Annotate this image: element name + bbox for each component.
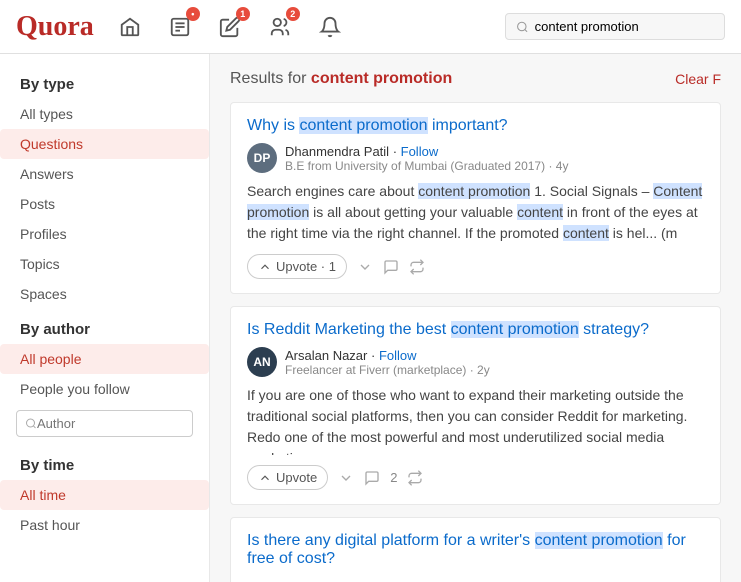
card-2-author-row: AN Arsalan Nazar · Follow Freelancer at … <box>247 347 704 377</box>
sidebar-item-answers[interactable]: Answers <box>0 159 209 189</box>
card-2-actions: Upvote 2 <box>247 465 704 490</box>
result-card-2: Is Reddit Marketing the best content pro… <box>230 306 721 505</box>
downvote-icon[interactable] <box>357 259 373 275</box>
card-3-title[interactable]: Is there any digital platform for a writ… <box>247 532 704 568</box>
quora-logo: Quora <box>16 11 94 43</box>
highlight: content promotion <box>535 532 663 549</box>
write-badge: 1 <box>236 7 250 21</box>
card-2-author-meta: Freelancer at Fiverr (marketplace) · 2y <box>285 363 490 377</box>
card-1-comment-icon[interactable] <box>383 259 399 275</box>
card-2-body: If you are one of those who want to expa… <box>247 385 704 455</box>
card-2-author-name: Arsalan Nazar <box>285 348 367 363</box>
card-1-author-row: DP Dhanmendra Patil · Follow B.E from Un… <box>247 143 704 173</box>
header: Quora • 1 2 <box>0 0 741 54</box>
sidebar-item-past-hour[interactable]: Past hour <box>0 510 209 540</box>
clear-filter-button[interactable]: Clear F <box>675 71 721 87</box>
result-card-1: Why is content promotion important? DP D… <box>230 102 721 294</box>
sidebar-item-posts[interactable]: Posts <box>0 189 209 219</box>
by-time-heading: By time <box>0 445 209 480</box>
card-1-author-meta: B.E from University of Mumbai (Graduated… <box>285 159 568 173</box>
upvote-icon <box>258 471 272 485</box>
nav-people[interactable]: 2 <box>264 11 296 43</box>
card-2-author-info: Arsalan Nazar · Follow Freelancer at Fiv… <box>285 348 490 377</box>
card-2-comment-icon[interactable] <box>364 470 380 486</box>
sidebar-item-all-people[interactable]: All people <box>0 344 209 374</box>
card-2-share-icon[interactable] <box>407 470 423 486</box>
result-card-3: Is there any digital platform for a writ… <box>230 517 721 582</box>
nav-answers[interactable]: • <box>164 11 196 43</box>
downvote-icon[interactable] <box>338 470 354 486</box>
sidebar-item-profiles[interactable]: Profiles <box>0 219 209 249</box>
main-layout: By type All types Questions Answers Post… <box>0 54 741 582</box>
author-filter-wrap <box>16 410 193 437</box>
upvote-icon <box>258 260 272 274</box>
people-badge: 2 <box>286 7 300 21</box>
sidebar: By type All types Questions Answers Post… <box>0 54 210 582</box>
author-input[interactable] <box>37 416 184 431</box>
search-bar[interactable] <box>505 13 725 40</box>
by-type-heading: By type <box>0 64 209 99</box>
results-header: Results for content promotion Clear F <box>230 70 721 88</box>
answers-badge: • <box>186 7 200 21</box>
card-2-follow-button[interactable]: Follow <box>379 348 417 363</box>
card-1-title[interactable]: Why is content promotion important? <box>247 117 704 135</box>
card-1-share-icon[interactable] <box>409 259 425 275</box>
card-2-title[interactable]: Is Reddit Marketing the best content pro… <box>247 321 704 339</box>
nav-write[interactable]: 1 <box>214 11 246 43</box>
results-query: content promotion <box>311 70 452 87</box>
nav-icons: • 1 2 <box>114 11 485 43</box>
card-1-author-info: Dhanmendra Patil · Follow B.E from Unive… <box>285 144 568 173</box>
highlight: content promotion <box>451 321 579 338</box>
card-2-avatar: AN <box>247 347 277 377</box>
search-input[interactable] <box>535 19 714 34</box>
by-author-heading: By author <box>0 309 209 344</box>
card-1-actions: Upvote · 1 <box>247 254 704 279</box>
card-1-upvote-button[interactable]: Upvote · 1 <box>247 254 347 279</box>
card-1-follow-button[interactable]: Follow <box>401 144 439 159</box>
sidebar-item-all-time[interactable]: All time <box>0 480 209 510</box>
card-1-avatar: DP <box>247 143 277 173</box>
search-icon <box>516 20 529 34</box>
nav-home[interactable] <box>114 11 146 43</box>
highlight: content promotion <box>299 117 427 134</box>
card-1-body: Search engines care about content promot… <box>247 181 704 244</box>
nav-notifications[interactable] <box>314 11 346 43</box>
sidebar-item-questions[interactable]: Questions <box>0 129 209 159</box>
sidebar-item-topics[interactable]: Topics <box>0 249 209 279</box>
results-text: Results for content promotion <box>230 70 452 88</box>
card-1-author-name: Dhanmendra Patil <box>285 144 389 159</box>
sidebar-item-people-follow[interactable]: People you follow <box>0 374 209 404</box>
sidebar-item-spaces[interactable]: Spaces <box>0 279 209 309</box>
card-2-comment-count: 2 <box>390 470 397 485</box>
sidebar-item-all-types[interactable]: All types <box>0 99 209 129</box>
author-search-icon <box>25 417 37 430</box>
search-results: Results for content promotion Clear F Wh… <box>210 54 741 582</box>
card-2-upvote-button[interactable]: Upvote <box>247 465 328 490</box>
